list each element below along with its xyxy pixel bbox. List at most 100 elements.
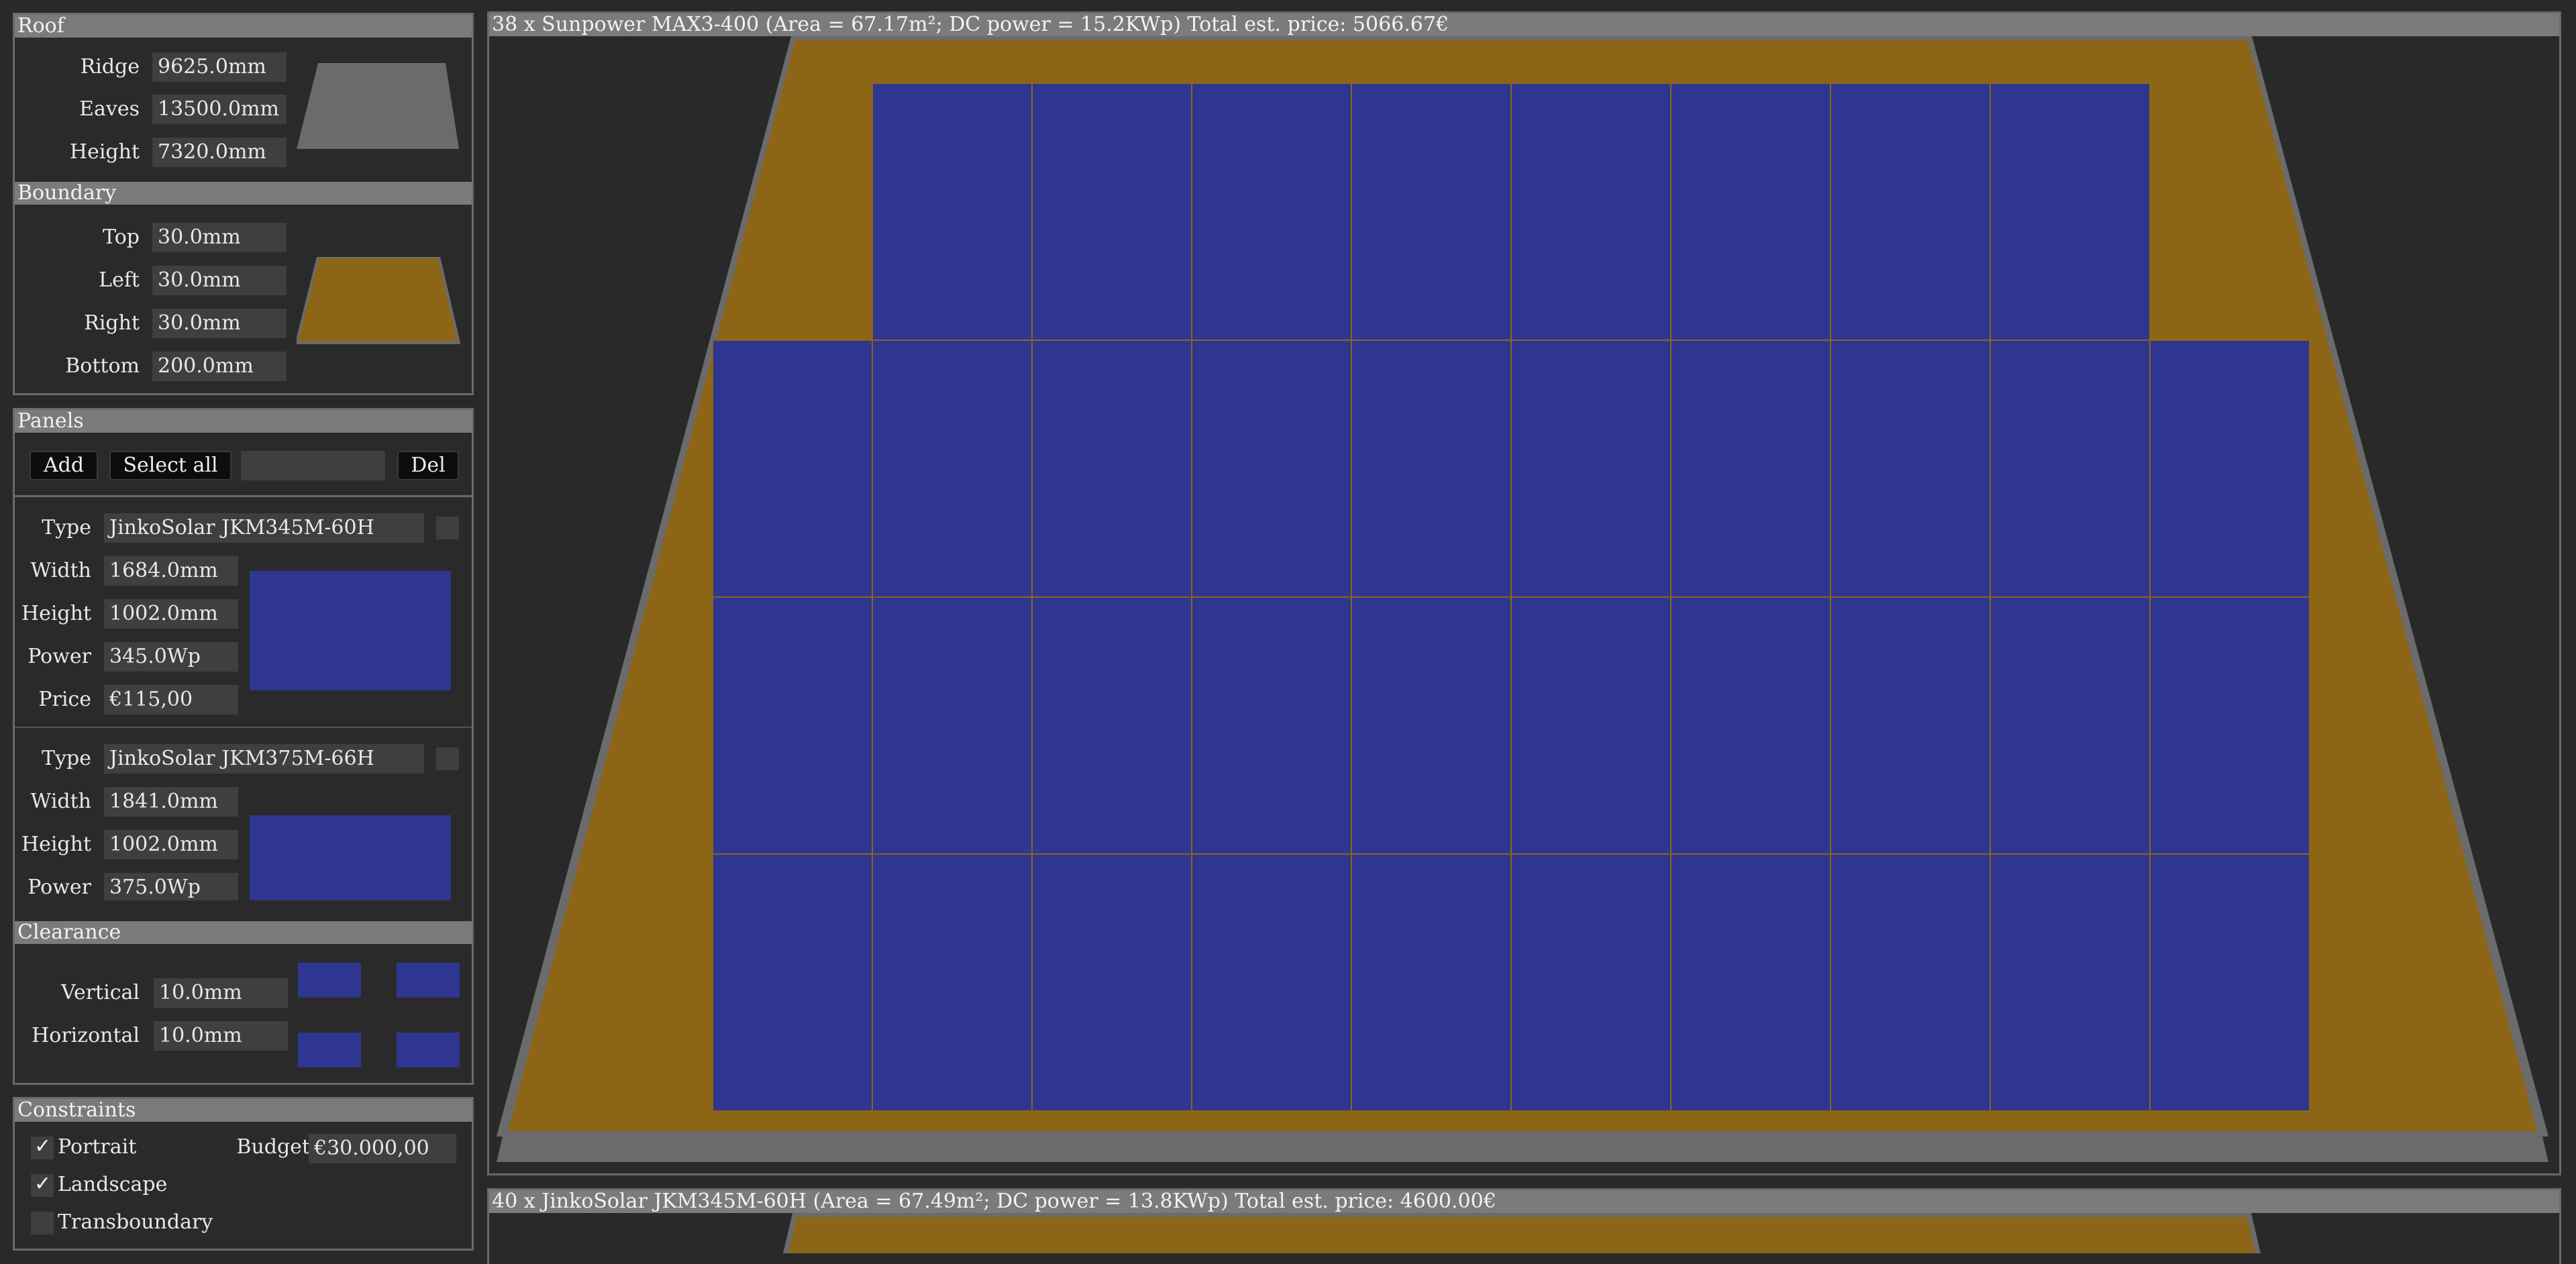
panel-type-label: Type (42, 747, 91, 770)
solar-panel[interactable] (872, 596, 1033, 855)
panel-shape-preview (250, 571, 451, 690)
roof-layout-canvas (497, 36, 2548, 1162)
layout-view[interactable]: 40 x JinkoSolar JKM345M-60H (Area = 67.4… (487, 1188, 2561, 1264)
solar-panel[interactable] (1351, 596, 1512, 855)
panel-width-label: Width (30, 559, 91, 582)
solar-panel[interactable] (1031, 339, 1192, 598)
boundary-top-label: Top (103, 225, 140, 249)
select-all-button[interactable]: Select all (109, 451, 231, 480)
solar-panel[interactable] (1830, 339, 1991, 598)
panel-shape-preview (250, 815, 451, 900)
panel-price-input[interactable]: €115,00 (104, 685, 238, 715)
panel-item[interactable]: Type JinkoSolar JKM345M-60H Width 1684.0… (15, 497, 472, 725)
solar-panel[interactable] (1990, 83, 2151, 341)
solar-panel[interactable] (1191, 853, 1352, 1112)
solar-panel[interactable] (712, 853, 873, 1112)
solar-panel[interactable] (1510, 596, 1671, 855)
solar-panel[interactable] (712, 339, 873, 598)
clearance-horizontal-label: Horizontal (32, 1024, 140, 1047)
roof-header: Roof (15, 15, 472, 38)
boundary-bottom-label: Bottom (65, 354, 140, 378)
transboundary-checkbox[interactable] (31, 1212, 54, 1234)
solar-panel[interactable] (2149, 596, 2310, 855)
panel-height-input[interactable]: 1002.0mm (104, 599, 238, 629)
solar-panel[interactable] (1031, 596, 1192, 855)
solar-panel[interactable] (1351, 83, 1512, 341)
solar-panel[interactable] (1670, 339, 1831, 598)
layout-summary: 38 x Sunpower MAX3-400 (Area = 67.17m²; … (489, 13, 2559, 36)
boundary-bottom-input[interactable]: 200.0mm (152, 352, 287, 381)
solar-panel[interactable] (1510, 853, 1671, 1112)
solar-panel[interactable] (1351, 339, 1512, 598)
solar-panel[interactable] (1351, 853, 1512, 1112)
solar-panel[interactable] (1191, 596, 1352, 855)
clearance-horizontal-input[interactable]: 10.0mm (154, 1021, 288, 1051)
solar-panel[interactable] (712, 596, 873, 855)
solar-panel[interactable] (872, 853, 1033, 1112)
boundary-left-label: Left (99, 268, 140, 292)
clearance-vertical-input[interactable]: 10.0mm (154, 978, 288, 1008)
panel-height-input[interactable]: 1002.0mm (104, 830, 238, 859)
clearance-header: Clearance (15, 921, 472, 944)
clearance-preview-panel (298, 963, 361, 998)
boundary-right-label: Right (84, 311, 140, 335)
solar-panel[interactable] (1031, 83, 1192, 341)
panel-power-input[interactable]: 375.0Wp (104, 873, 238, 900)
solar-panel[interactable] (1830, 596, 1991, 855)
panel-power-input[interactable]: 345.0Wp (104, 642, 238, 672)
constraints-section: Constraints Portrait Landscape Transboun… (13, 1097, 474, 1251)
transboundary-label: Transboundary (58, 1210, 213, 1234)
roof-surface (788, 1217, 2255, 1253)
solar-panel[interactable] (1031, 853, 1192, 1112)
solar-panel[interactable] (1990, 596, 2151, 855)
panels-section: Panels Add Select all Del Type JinkoSola… (13, 408, 474, 1085)
roof-eaves-strip (497, 1137, 2548, 1162)
eaves-label: Eaves (79, 97, 140, 121)
solar-panel[interactable] (1990, 339, 2151, 598)
ridge-label: Ridge (80, 55, 140, 78)
boundary-shape-preview (297, 257, 461, 344)
clearance-preview-panel (298, 1033, 361, 1067)
clearance-preview-panel (397, 1033, 460, 1067)
panel-type-label: Type (42, 516, 91, 539)
boundary-top-input[interactable]: 30.0mm (152, 223, 287, 252)
solar-panel[interactable] (1830, 853, 1991, 1112)
boundary-right-input[interactable]: 30.0mm (152, 309, 287, 338)
panel-select-checkbox[interactable] (436, 747, 459, 770)
portrait-checkbox[interactable] (31, 1135, 54, 1159)
solar-panel[interactable] (1830, 83, 1991, 341)
solar-panel[interactable] (1510, 339, 1671, 598)
solar-panel[interactable] (1191, 83, 1352, 341)
panel-type-input[interactable]: JinkoSolar JKM345M-60H (104, 513, 424, 543)
budget-input[interactable]: €30.000,00 (309, 1134, 456, 1163)
solar-panel[interactable] (1191, 339, 1352, 598)
panel-filter-input[interactable] (241, 451, 385, 480)
panel-height-label: Height (21, 833, 91, 856)
panel-select-checkbox[interactable] (436, 517, 459, 539)
add-panel-button[interactable]: Add (30, 451, 98, 480)
ridge-input[interactable]: 9625.0mm (152, 52, 287, 82)
boundary-left-input[interactable]: 30.0mm (152, 266, 287, 295)
panel-item[interactable]: Type JinkoSolar JKM375M-66H Width 1841.0… (15, 728, 472, 900)
panel-type-input[interactable]: JinkoSolar JKM375M-66H (104, 744, 424, 774)
roof-height-input[interactable]: 7320.0mm (152, 138, 287, 167)
landscape-checkbox[interactable] (31, 1172, 54, 1197)
solar-panel[interactable] (2149, 853, 2310, 1112)
solar-panel[interactable] (872, 339, 1033, 598)
panel-height-label: Height (21, 602, 91, 625)
delete-panel-button[interactable]: Del (397, 451, 459, 480)
layout-view[interactable]: 38 x Sunpower MAX3-400 (Area = 67.17m²; … (487, 11, 2561, 1175)
landscape-label: Landscape (58, 1173, 168, 1196)
solar-panel[interactable] (1670, 596, 1831, 855)
panels-header: Panels (15, 410, 472, 433)
panel-grid (712, 83, 2310, 1112)
eaves-input[interactable]: 13500.0mm (152, 95, 287, 124)
solar-panel[interactable] (1990, 853, 2151, 1112)
solar-panel[interactable] (872, 83, 1033, 341)
solar-panel[interactable] (1510, 83, 1671, 341)
panel-width-input[interactable]: 1841.0mm (104, 787, 238, 817)
solar-panel[interactable] (1670, 853, 1831, 1112)
solar-panel[interactable] (1670, 83, 1831, 341)
panel-width-input[interactable]: 1684.0mm (104, 556, 238, 586)
solar-panel[interactable] (2149, 339, 2310, 598)
